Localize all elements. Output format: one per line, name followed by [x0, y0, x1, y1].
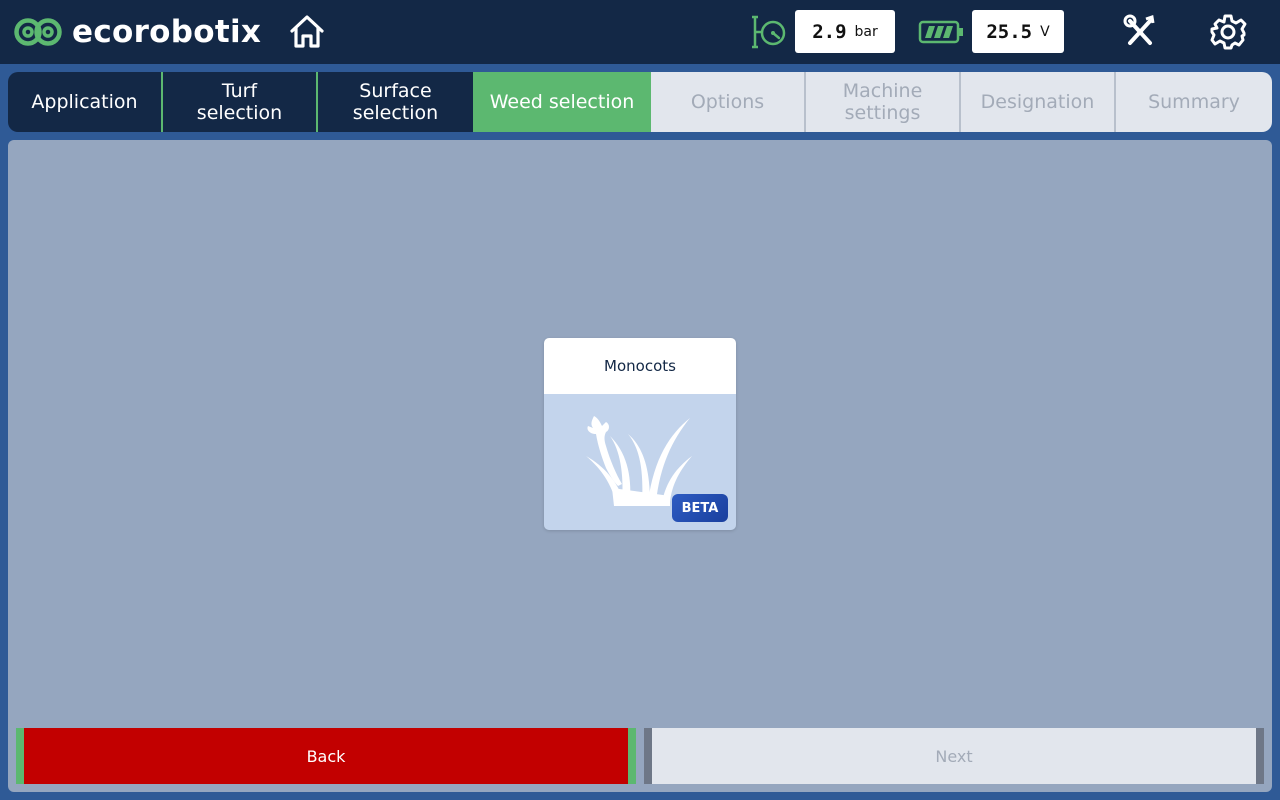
voltage-unit: V: [1040, 23, 1050, 40]
tab-options[interactable]: Options: [651, 72, 806, 132]
tab-weed-selection[interactable]: Weed selection: [473, 72, 651, 132]
tools-button[interactable]: [1122, 12, 1158, 50]
tab-label: Summary: [1148, 91, 1240, 113]
tab-label: Surface selection: [352, 80, 439, 124]
tab-machine-settings[interactable]: Machine settings: [806, 72, 961, 132]
home-icon: [290, 15, 324, 48]
voltage-value: 25.5: [986, 20, 1033, 43]
tab-summary[interactable]: Summary: [1116, 72, 1272, 132]
tab-surface-selection[interactable]: Surface selection: [318, 72, 473, 132]
brand-name: ecorobotix: [72, 14, 262, 50]
tab-label: Designation: [980, 91, 1095, 113]
weed-selection-panel: Monocots BETA: [8, 140, 1272, 792]
battery-icon: [918, 20, 964, 44]
monocot-grass-icon: [586, 416, 692, 506]
pressure-readout: 2.9 bar: [795, 10, 895, 53]
settings-button[interactable]: [1208, 12, 1248, 52]
tab-turf-selection[interactable]: Turf selection: [163, 72, 318, 132]
tools-icon: [1123, 14, 1155, 45]
pressure-value: 2.9: [812, 20, 847, 43]
ecorobotix-logo-icon: [14, 18, 62, 46]
beta-badge: BETA: [672, 494, 728, 522]
voltage-readout: 25.5 V: [972, 10, 1064, 53]
card-title: Monocots: [544, 338, 736, 394]
wizard-steps: Application Turf selection Surface selec…: [8, 72, 1272, 132]
card-image: BETA: [544, 394, 736, 530]
tab-label: Options: [690, 91, 765, 113]
tab-application[interactable]: Application: [8, 72, 163, 132]
gear-icon: [1210, 14, 1247, 50]
tab-label: Turf selection: [196, 80, 283, 124]
tab-label: Application: [31, 91, 138, 113]
pressure-gauge-icon: [748, 14, 788, 50]
pressure-unit: bar: [854, 23, 878, 40]
back-button[interactable]: Back: [16, 728, 636, 784]
tab-label: Weed selection: [489, 91, 635, 113]
next-button[interactable]: Next: [644, 728, 1264, 784]
weed-card-monocots[interactable]: Monocots BETA: [544, 338, 736, 530]
brand-logo: ecorobotix: [14, 15, 261, 49]
tab-label: Machine settings: [842, 80, 923, 124]
top-bar: ecorobotix 2.9 bar 25.5 V: [0, 0, 1280, 64]
home-button[interactable]: [287, 12, 327, 52]
tab-designation[interactable]: Designation: [961, 72, 1116, 132]
